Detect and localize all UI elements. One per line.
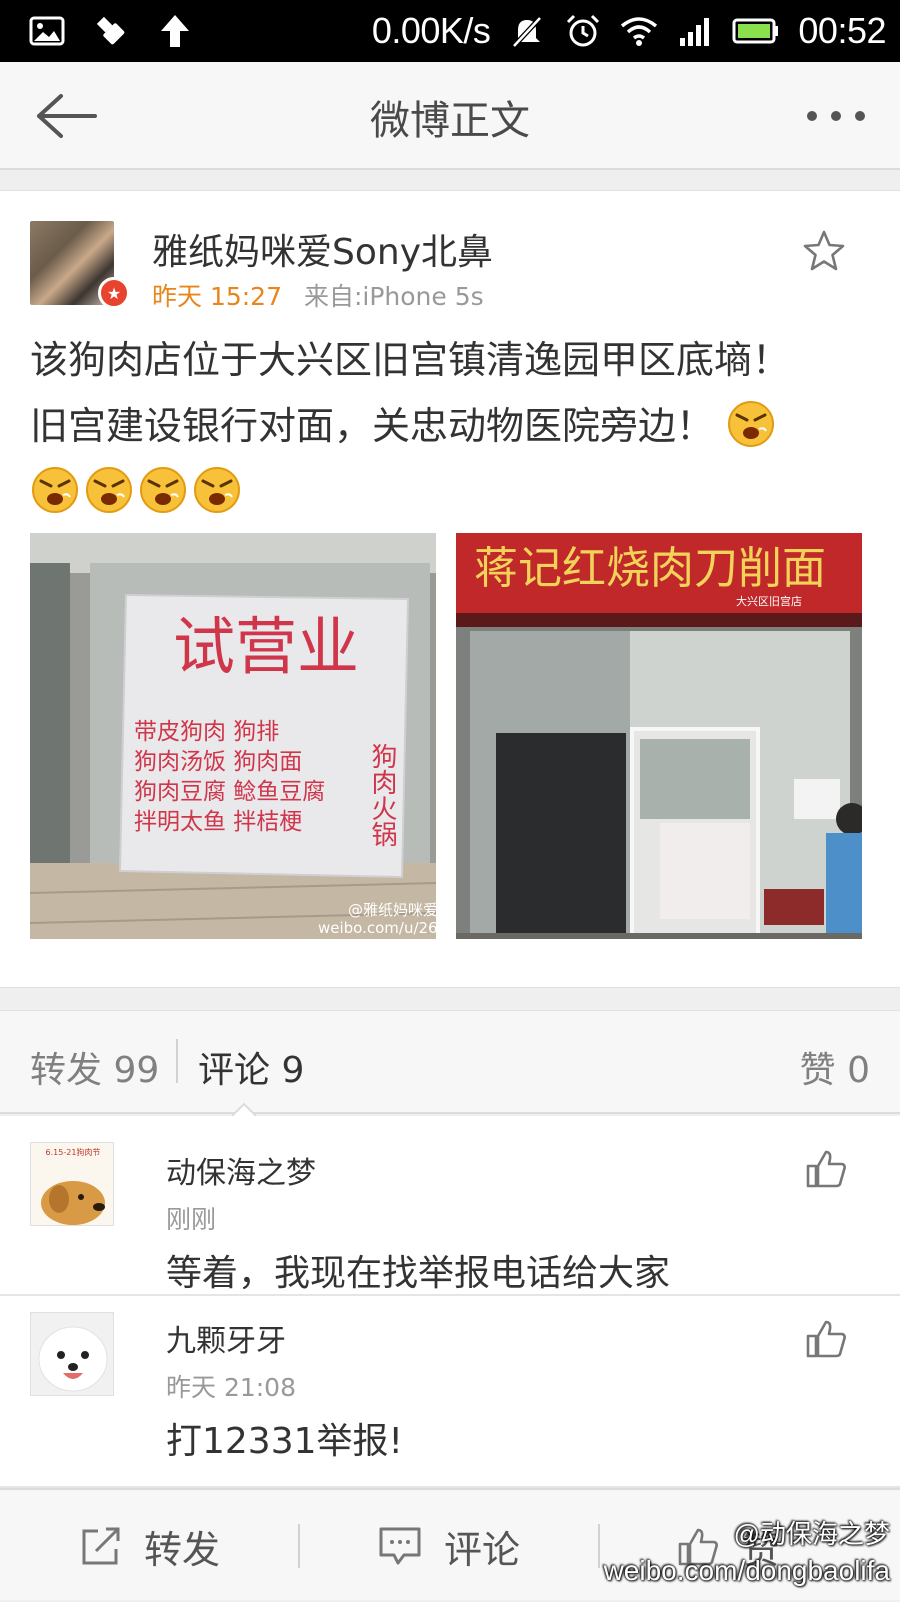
verified-badge-icon: ★ [98,277,130,309]
watermark-handle: @动保海之梦 [733,1519,890,1549]
angry-emoji-icon [140,467,186,513]
mute-icon [508,12,546,50]
comment-like-button[interactable] [804,1316,848,1360]
repost-count-tab[interactable]: 转发 99 [30,1041,159,1093]
clock: 00:52 [798,10,886,51]
more-button[interactable] [796,84,876,148]
comment-avatar[interactable] [30,1312,114,1396]
bottom-divider [298,1524,300,1568]
image-icon [28,12,66,50]
angry-emoji-icon [194,467,240,513]
post-text: 该狗肉店位于大兴区旧宫镇清逸园甲区底墒！旧宫建设银行对面，关忠动物医院旁边！ [30,327,810,525]
post-time: 昨天 15:27 [152,282,282,311]
photo1-side-text: 狗肉火锅 [367,743,397,847]
network-speed: 0.00K/s [371,10,491,51]
post-photo-1[interactable]: 试营业 带皮狗肉 狗排 狗肉汤饭 狗肉面 狗肉豆腐 鲶鱼豆腐 拌明太鱼 拌桔梗 … [30,533,436,939]
photo1-menu-line: 拌明太鱼 拌桔梗 [134,809,302,835]
title-bar: 微博正文 [0,62,900,170]
photo1-menu-line: 狗肉汤饭 狗肉面 [134,749,302,775]
comment-button[interactable]: 评论 [378,1490,520,1602]
weibo-post: ★ 雅纸妈咪爱Sony北鼻 昨天 15:27 来自:iPhone 5s 该狗肉店… [0,190,900,988]
active-tab-caret-icon [232,1102,256,1116]
alarm-icon [564,12,602,50]
like-count-tab[interactable]: 赞 0 [800,1041,870,1093]
wifi-icon [620,12,658,50]
counts-bar: 转发 99 评论 9 赞 0 [0,1010,900,1114]
comment-author[interactable]: 九颗牙牙 [166,1316,286,1360]
more-dots-icon [807,111,865,121]
post-photo-2[interactable]: 蒋记红烧肉刀削面 大兴区旧宫店 [456,533,862,939]
comment-icon [379,1527,421,1565]
post-meta: 昨天 15:27 来自:iPhone 5s [152,277,484,313]
status-bar: 0.00K/s 00:52 [0,0,900,62]
thumbs-up-icon [806,1150,846,1188]
thumbs-up-icon [806,1320,846,1358]
post-username[interactable]: 雅纸妈咪爱Sony北鼻 [152,223,493,275]
comment-text: 打12331举报! [166,1421,403,1462]
shop-sign-photo: 试营业 带皮狗肉 狗排 狗肉汤饭 狗肉面 狗肉豆腐 鲶鱼豆腐 拌明太鱼 拌桔梗 … [30,533,436,939]
repost-icon [82,1527,120,1565]
comment-author[interactable]: 动保海之梦 [166,1148,316,1192]
image-watermark: @动保海之梦 weibo.com/dongbaolifa [604,1514,890,1587]
comment-time: 刚刚 [166,1205,217,1234]
repost-button[interactable]: 转发 [80,1490,220,1602]
photo1-sign-title: 试营业 [173,610,359,683]
post-body: 该狗肉店位于大兴区旧宫镇清逸园甲区底墒！旧宫建设银行对面，关忠动物医院旁边！ [30,338,791,448]
star-icon [803,230,845,271]
dog-avatar-image: 6.15-21狗肉节 [31,1143,113,1225]
repost-label: 转发 [144,1527,221,1572]
battery-icon [732,12,780,50]
angry-emoji-icon [728,401,775,447]
storefront-photo: 蒋记红烧肉刀削面 大兴区旧宫店 [456,533,862,939]
comment-item: 九颗牙牙 昨天 21:08 打12331举报! [0,1296,900,1488]
page-title: 微博正文 [370,98,530,144]
comment-text: 等着，我现在找举报电话给大家 [166,1253,671,1294]
comment-avatar[interactable]: 6.15-21狗肉节 [30,1142,114,1226]
comment-label: 评论 [444,1527,521,1572]
comment-item: 6.15-21狗肉节 动保海之梦 刚刚 等着，我现在找举报电话给大家 [0,1116,900,1296]
photo1-watermark: @雅纸妈咪爱 [348,901,436,919]
signal-icon [676,12,714,50]
favorite-button[interactable] [802,229,846,273]
comment-like-button[interactable] [804,1146,848,1190]
upload-arrow-icon [156,12,194,50]
photo1-watermark-url: weibo.com/u/26 [318,919,436,937]
comment-count-tab[interactable]: 评论 9 [198,1041,304,1093]
photo1-menu-line: 带皮狗肉 狗排 [134,719,279,745]
bottom-divider [598,1524,600,1568]
angry-emoji-icon [86,467,132,513]
photo2-shop-sub: 大兴区旧宫店 [736,594,802,608]
samoyed-avatar-image [31,1313,113,1395]
comment-time: 昨天 21:08 [166,1373,296,1402]
counts-divider [176,1039,178,1083]
photo1-menu-line: 狗肉豆腐 鲶鱼豆腐 [134,779,325,805]
photo2-shop-sign: 蒋记红烧肉刀削面 [474,543,826,594]
post-source: 来自:iPhone 5s [303,282,484,311]
angry-emoji-icon [32,467,78,513]
avatar-caption: 6.15-21狗肉节 [46,1147,101,1157]
watermark-url: weibo.com/dongbaolifa [603,1555,890,1586]
usb-icon [92,12,130,50]
